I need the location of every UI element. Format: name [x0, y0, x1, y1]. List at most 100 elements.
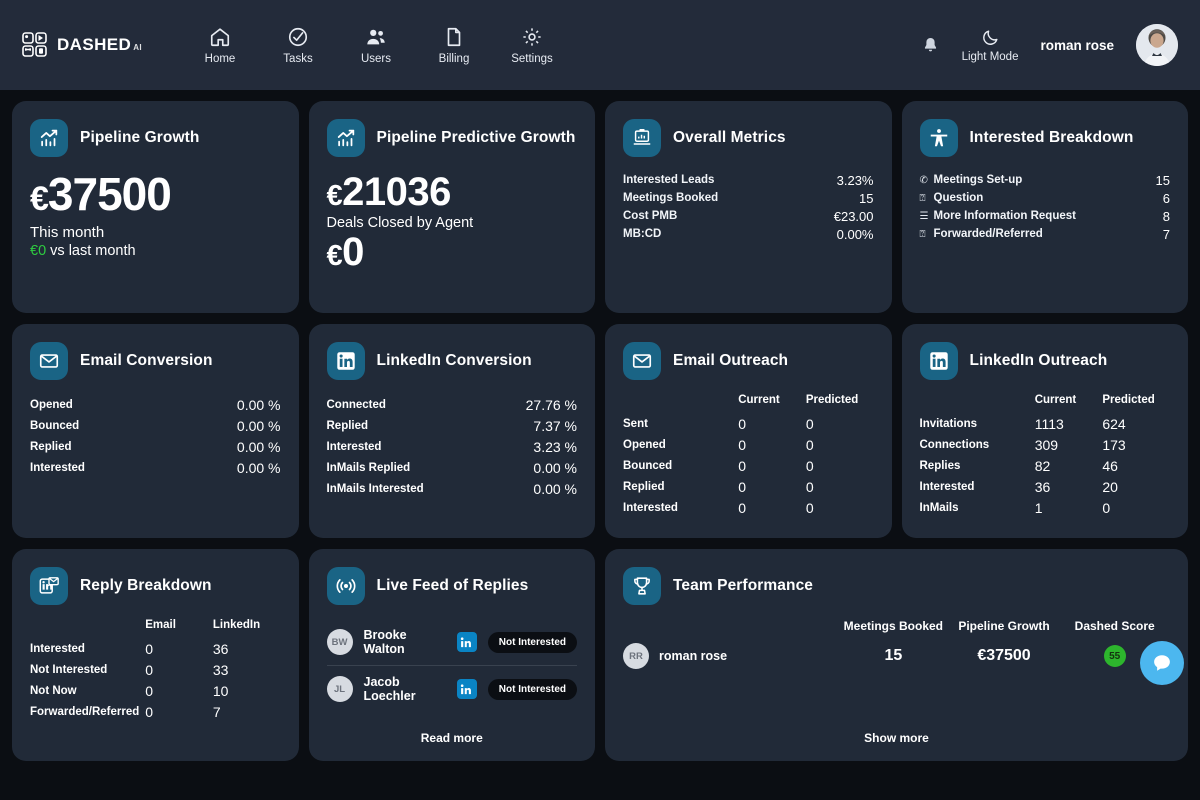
row-value: 0.00 %	[533, 480, 577, 497]
nav-item-billing[interactable]: Billing	[426, 26, 482, 65]
card-title: Reply Breakdown	[80, 577, 212, 594]
cell-pipeline-growth: €37500	[977, 647, 1031, 664]
bell-icon[interactable]	[921, 36, 940, 55]
pipeline-growth-period: This month	[30, 223, 105, 241]
card-title: Email Conversion	[80, 352, 213, 369]
currency-symbol: €	[326, 240, 343, 272]
row-label: Interested	[30, 461, 85, 474]
row-label: Replied	[30, 440, 72, 453]
list-item[interactable]: BW Brooke Walton Not Interested	[326, 619, 577, 665]
row-label: Replies	[919, 459, 961, 472]
user-name: roman rose	[1040, 37, 1114, 53]
chat-bubble-glyph	[1154, 655, 1170, 671]
column-header-email: Email	[145, 619, 176, 631]
card-header: Team Performance	[623, 567, 1170, 605]
app-logo[interactable]: DASHED AI	[22, 32, 182, 58]
row-label: Replied	[326, 419, 369, 432]
contact-name: Jacob Loechler	[363, 675, 416, 703]
contact-name: Brooke Walton	[363, 628, 407, 656]
trophy-icon	[623, 567, 661, 605]
table-row: Interested 3.23 %	[327, 436, 578, 457]
table-row: ✆ Meetings Set-up 15	[920, 171, 1171, 189]
row-value: 7.37 %	[533, 417, 577, 434]
column-header-linkedin: LinkedIn	[212, 619, 261, 631]
column-header-current: Current	[738, 394, 780, 406]
table-row: InMails Interested 0.00 %	[327, 478, 578, 499]
row-value: 8	[1162, 208, 1170, 224]
main-nav: Home Tasks Users Billing Settings	[192, 26, 560, 65]
spacer-cell	[920, 394, 1035, 413]
card-title: Team Performance	[673, 577, 814, 594]
row-label: Interested	[326, 440, 382, 453]
row-value: 3.23%	[836, 172, 874, 188]
column-header-predicted: Predicted	[1102, 394, 1155, 406]
read-more-link[interactable]: Read more	[309, 731, 596, 745]
email-outreach-table: Current Predicted Sent 0 0 Opened 0 0 Bo…	[623, 394, 874, 518]
row-label: Opened	[30, 398, 73, 411]
linkedin-icon	[326, 342, 365, 380]
nav-item-settings[interactable]: Settings	[504, 26, 560, 65]
linkedin-icon	[456, 632, 477, 652]
nav-item-users[interactable]: Users	[348, 26, 404, 65]
row-label: InMails	[919, 501, 959, 514]
table-row: Not Now 0 10	[30, 680, 281, 701]
team-member-name: roman rose	[659, 649, 728, 663]
row-value: 27.76 %	[525, 396, 577, 413]
row-value: €23.00	[833, 208, 874, 224]
row-label: Bounced	[30, 419, 80, 432]
table-row: Interested 36 20	[920, 476, 1171, 497]
row-label: Bounced	[623, 459, 673, 472]
row-email: 0	[145, 640, 154, 657]
row-email: 0	[145, 661, 154, 678]
score-badge: 55	[1103, 645, 1126, 667]
nav-label-users: Users	[360, 52, 392, 65]
light-mode-toggle[interactable]: Light Mode	[962, 28, 1018, 63]
document-icon	[447, 27, 461, 46]
row-label: Forwarded/Referred	[30, 705, 140, 718]
row-email: 0	[145, 703, 154, 720]
row-current: 1113	[1034, 415, 1064, 432]
chat-bubble-icon[interactable]	[1140, 641, 1184, 685]
column-header-meetings-booked: Meetings Booked	[843, 619, 944, 633]
row-linkedin: 33	[212, 661, 229, 678]
show-more-link[interactable]: Show more	[605, 731, 1188, 745]
row-value: 0.00 %	[533, 459, 577, 476]
card-header: Pipeline Predictive Growth	[326, 119, 578, 157]
row-label: Forwarded/Referred	[933, 228, 1043, 240]
nav-item-tasks[interactable]: Tasks	[270, 26, 326, 65]
table-row: Replied 0 0	[623, 476, 874, 497]
table-row: Interested Leads 3.23%	[623, 171, 874, 189]
linkedin-conversion-table: Connected 27.76 % Replied 7.37 % Interes…	[327, 394, 578, 499]
nav-item-home[interactable]: Home	[192, 26, 248, 65]
row-predicted: 624	[1102, 415, 1126, 432]
card-title: Email Outreach	[673, 352, 789, 369]
list-item[interactable]: JL Jacob Loechler Not Interested	[326, 665, 577, 712]
row-label: Invitations	[919, 417, 978, 430]
row-value: 15	[1155, 172, 1170, 188]
question-icon: ⍰	[919, 228, 926, 240]
row-value: 0.00 %	[236, 417, 281, 434]
header-actions: Light Mode roman rose	[921, 24, 1178, 66]
table-header-row: Email LinkedIn	[30, 619, 281, 638]
card-title: Interested Breakdown	[969, 129, 1134, 146]
row-current: 1	[1034, 499, 1043, 516]
row-predicted: 0	[805, 457, 814, 474]
phone-icon: ✆	[919, 174, 928, 186]
value-number: 37500	[47, 168, 172, 220]
envelope-icon	[30, 342, 68, 380]
moon-icon	[982, 29, 998, 45]
table-row: InMails Replied 0.00 %	[327, 457, 578, 478]
card-reply-breakdown: Reply Breakdown Email LinkedIn Intereste…	[12, 549, 299, 761]
row-predicted: 46	[1102, 457, 1118, 474]
interested-breakdown-table: ✆ Meetings Set-up 15 ⍰ Question 6 ☰ More…	[920, 171, 1171, 243]
row-value: 7	[1162, 226, 1170, 242]
row-predicted: 0	[805, 436, 814, 453]
row-value: 15	[859, 190, 874, 206]
table-row[interactable]: RR roman rose 15 €37500 55	[623, 643, 1170, 669]
row-current: 36	[1034, 478, 1051, 495]
avatar[interactable]	[1136, 24, 1178, 66]
card-email-conversion: Email Conversion Opened 0.00 % Bounced 0…	[12, 324, 299, 538]
row-label: Meetings Booked	[623, 192, 719, 204]
email-conversion-table: Opened 0.00 % Bounced 0.00 % Replied 0.0…	[30, 394, 281, 478]
row-label: Interested	[30, 642, 85, 655]
